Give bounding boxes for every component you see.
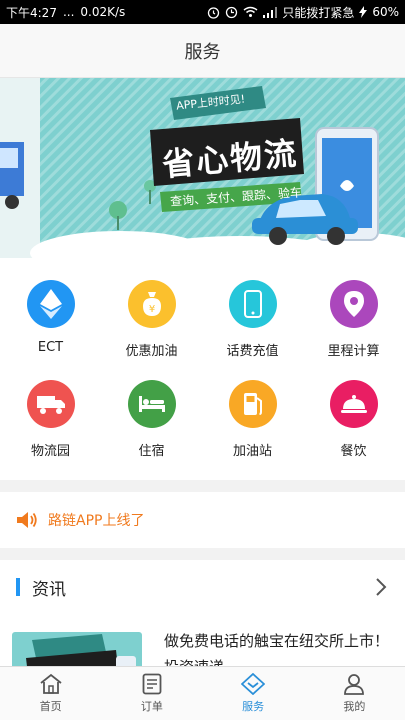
service-label: 加油站 <box>232 444 272 459</box>
tab-orders[interactable]: 订单 <box>101 667 202 720</box>
services-grid: ECT ¥ 优惠加油 话费充值 里程计算 物流园 住宿 加油站 餐饮 <box>0 258 405 480</box>
order-icon <box>142 673 162 695</box>
network-speed: 0.02K/s <box>80 5 126 19</box>
news-section-header[interactable]: 资讯 <box>0 560 405 614</box>
announcement-bar[interactable]: 路链APP上线了 <box>0 492 405 548</box>
news-section-title: 资讯 <box>32 579 66 600</box>
page-title: 服务 <box>184 41 221 63</box>
alarm-icon <box>208 6 220 19</box>
home-icon <box>40 673 62 694</box>
bottom-tab-bar: 首页 订单 服务 我的 <box>0 666 405 720</box>
service-logistics-park[interactable]: 物流园 <box>0 380 101 459</box>
news-headline: 做免费电话的触宝在纽交所上市！投资速递 <box>164 632 390 666</box>
service-label: 物流园 <box>30 444 70 459</box>
service-dining[interactable]: 餐饮 <box>303 380 404 459</box>
ethereum-icon <box>26 280 75 328</box>
fuel-pump-icon <box>228 380 277 428</box>
service-label: 里程计算 <box>327 344 380 359</box>
tab-label: 订单 <box>140 700 163 713</box>
announcement-text: 路链APP上线了 <box>48 513 145 529</box>
service-mileage[interactable]: 里程计算 <box>303 280 404 359</box>
user-icon <box>344 674 365 695</box>
status-bar: 下午4:27 ... 0.02K/s 只能拨打紧急 60% <box>0 0 405 24</box>
battery-level: 60% <box>372 5 399 19</box>
tab-home[interactable]: 首页 <box>0 667 101 720</box>
clock-icon <box>226 6 238 18</box>
signal-icon <box>263 6 278 18</box>
service-ect[interactable]: ECT <box>0 280 101 355</box>
tab-services[interactable]: 服务 <box>203 667 304 720</box>
service-gas-station[interactable]: 加油站 <box>202 380 303 459</box>
news-thumbnail <box>12 632 142 666</box>
wifi-icon <box>243 6 258 17</box>
tab-label: 首页 <box>39 700 62 713</box>
section-accent-bar <box>16 578 20 596</box>
carrier-text: 只能拨打紧急 <box>282 5 355 20</box>
phone-icon <box>228 280 277 328</box>
bed-icon <box>127 380 176 428</box>
speaker-icon <box>17 512 37 528</box>
truck-icon <box>26 380 75 428</box>
service-label: 话费充值 <box>226 344 279 359</box>
promo-banner[interactable]: APP上时时见! 省心物流 查询、支付、跟踪、验车 <box>0 78 405 258</box>
money-bag-icon: ¥ <box>127 280 176 328</box>
chevron-right-icon[interactable] <box>375 577 387 597</box>
tab-me[interactable]: 我的 <box>304 667 405 720</box>
service-lodging[interactable]: 住宿 <box>101 380 202 459</box>
dining-cloche-icon <box>329 380 378 428</box>
svg-text:¥: ¥ <box>148 304 154 315</box>
tab-label: 我的 <box>343 700 366 713</box>
page-header: 服务 <box>0 24 405 78</box>
status-dots: ... <box>62 5 75 19</box>
news-list-item[interactable]: 做免费电话的触宝在纽交所上市！投资速递 <box>0 614 405 666</box>
status-time: 下午4:27 <box>6 5 57 20</box>
service-label: 优惠加油 <box>125 344 178 359</box>
service-label: ECT <box>37 340 64 355</box>
service-discount-fuel[interactable]: ¥ 优惠加油 <box>101 280 202 359</box>
tab-label: 服务 <box>242 700 265 713</box>
service-label: 餐饮 <box>340 444 367 459</box>
service-label: 住宿 <box>138 444 165 459</box>
service-phone-recharge[interactable]: 话费充值 <box>202 280 303 359</box>
charging-icon <box>359 6 368 18</box>
location-pin-icon <box>329 280 378 328</box>
service-icon <box>241 673 266 695</box>
